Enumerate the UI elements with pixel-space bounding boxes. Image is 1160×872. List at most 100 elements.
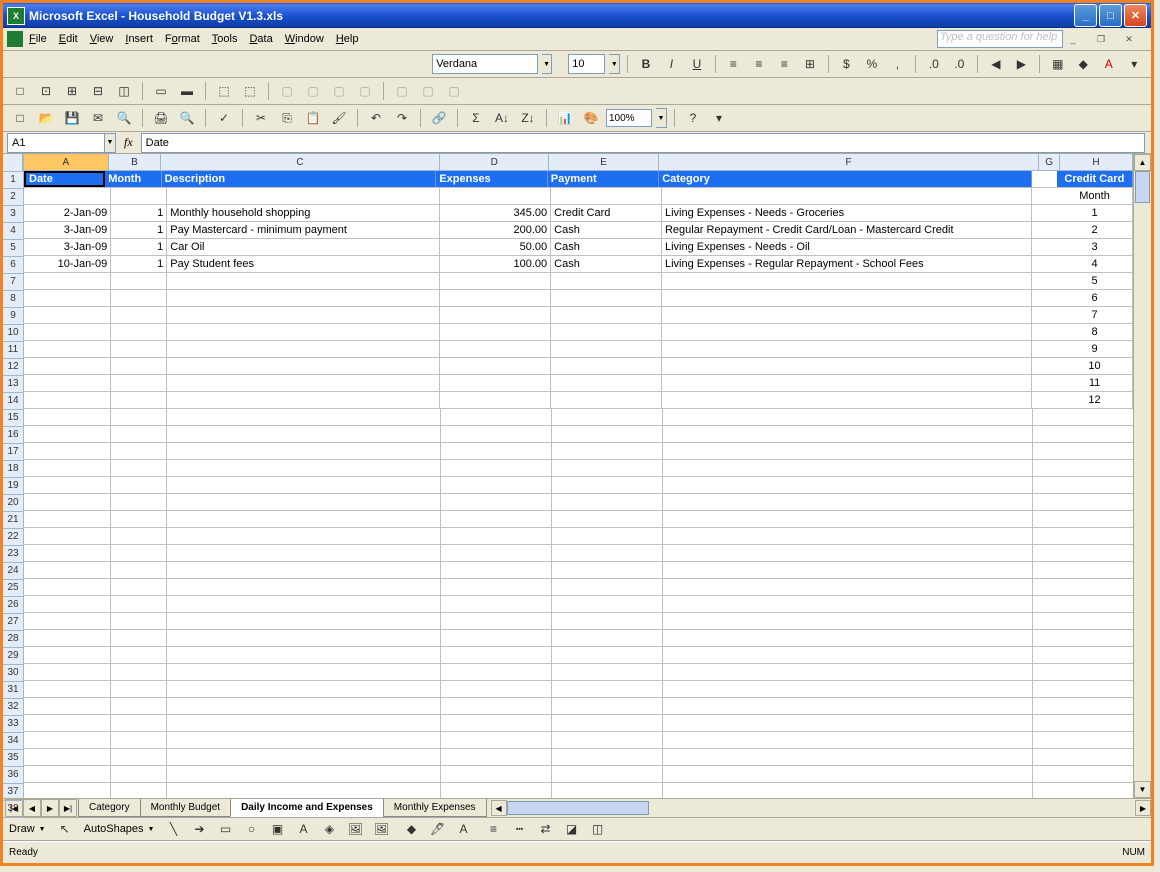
cell-C30[interactable] (167, 664, 440, 680)
cell-G11[interactable] (1032, 341, 1057, 357)
new-button[interactable]: □ (9, 107, 31, 129)
tool-15[interactable]: ▢ (417, 80, 439, 102)
namebox-dropdown-icon[interactable]: ▼ (105, 133, 116, 153)
cell-G24[interactable] (1033, 562, 1058, 578)
cell-H13[interactable]: 11 (1057, 375, 1133, 391)
dash-style-button[interactable]: ┅ (508, 818, 530, 840)
name-box[interactable]: A1 (7, 133, 105, 153)
cell-E10[interactable] (551, 324, 662, 340)
cell-D5[interactable]: 50.00 (440, 239, 551, 255)
row-header-6[interactable]: 6 (3, 257, 23, 274)
cell-G23[interactable] (1033, 545, 1058, 561)
cell-F32[interactable] (663, 698, 1034, 714)
cell-E18[interactable] (552, 460, 663, 476)
tool-11[interactable]: ▢ (302, 80, 324, 102)
decrease-indent-button[interactable]: ◀ (985, 53, 1007, 75)
cell-E1[interactable]: Payment (548, 171, 659, 187)
row-header-26[interactable]: 26 (3, 597, 23, 614)
cell-B28[interactable] (111, 630, 167, 646)
row-header-17[interactable]: 17 (3, 444, 23, 461)
select-all-button[interactable] (3, 154, 23, 172)
hyperlink-button[interactable]: 🔗 (428, 107, 450, 129)
cell-B33[interactable] (111, 715, 167, 731)
cell-A33[interactable] (24, 715, 111, 731)
cell-D8[interactable] (440, 290, 551, 306)
cell-A14[interactable] (24, 392, 111, 408)
cell-D24[interactable] (441, 562, 552, 578)
3d-button[interactable]: ◫ (586, 818, 608, 840)
cell-G13[interactable] (1032, 375, 1057, 391)
cell-D32[interactable] (441, 698, 552, 714)
cell-D37[interactable] (441, 783, 552, 798)
cell-F12[interactable] (662, 358, 1032, 374)
cell-G30[interactable] (1033, 664, 1058, 680)
cell-D23[interactable] (441, 545, 552, 561)
cell-A3[interactable]: 2-Jan-09 (24, 205, 111, 221)
cell-D10[interactable] (440, 324, 551, 340)
cell-F22[interactable] (663, 528, 1034, 544)
cell-A21[interactable] (24, 511, 111, 527)
tool-8[interactable]: ⬚ (213, 80, 235, 102)
menu-edit[interactable]: Edit (59, 33, 78, 45)
cell-F15[interactable] (663, 409, 1034, 425)
cell-B32[interactable] (111, 698, 167, 714)
chart-button[interactable]: 📊 (554, 107, 576, 129)
column-header-G[interactable]: G (1039, 154, 1060, 171)
picture-button[interactable]: 🖼 (370, 818, 392, 840)
cell-D16[interactable] (441, 426, 552, 442)
cell-C31[interactable] (167, 681, 440, 697)
cell-F2[interactable] (662, 188, 1032, 204)
cell-C28[interactable] (167, 630, 440, 646)
borders-button[interactable]: ▦ (1047, 53, 1069, 75)
menu-help[interactable]: Help (336, 33, 359, 45)
cell-E5[interactable]: Cash (551, 239, 662, 255)
cell-B14[interactable] (111, 392, 167, 408)
autoshapes-dropdown-icon[interactable]: ▼ (148, 826, 155, 833)
cell-D21[interactable] (441, 511, 552, 527)
cell-H15[interactable] (1058, 409, 1133, 425)
cell-D1[interactable]: Expenses (436, 171, 547, 187)
cell-C2[interactable] (167, 188, 440, 204)
cell-A27[interactable] (24, 613, 111, 629)
cell-A35[interactable] (24, 749, 111, 765)
cell-B35[interactable] (111, 749, 167, 765)
cell-B20[interactable] (111, 494, 167, 510)
cell-H37[interactable] (1058, 783, 1133, 798)
tab-next-button[interactable]: ▶ (41, 799, 59, 817)
cell-F31[interactable] (663, 681, 1034, 697)
cell-G4[interactable] (1032, 222, 1057, 238)
cell-D13[interactable] (440, 375, 551, 391)
cell-H12[interactable]: 10 (1057, 358, 1133, 374)
cell-F20[interactable] (663, 494, 1034, 510)
cell-F35[interactable] (663, 749, 1034, 765)
cell-G2[interactable] (1032, 188, 1057, 204)
cell-A15[interactable] (24, 409, 111, 425)
row-header-15[interactable]: 15 (3, 410, 23, 427)
cell-B16[interactable] (111, 426, 167, 442)
cell-H25[interactable] (1058, 579, 1133, 595)
draw-dropdown-icon[interactable]: ▼ (39, 826, 46, 833)
cell-C12[interactable] (167, 358, 440, 374)
arrow-style-button[interactable]: ⇄ (534, 818, 556, 840)
row-header-31[interactable]: 31 (3, 682, 23, 699)
cell-B4[interactable]: 1 (111, 222, 167, 238)
autosum-button[interactable]: Σ (465, 107, 487, 129)
cell-H5[interactable]: 3 (1057, 239, 1133, 255)
column-header-C[interactable]: C (161, 154, 440, 171)
cell-C7[interactable] (167, 273, 440, 289)
row-header-35[interactable]: 35 (3, 750, 23, 767)
print-preview-button[interactable]: 🔍 (176, 107, 198, 129)
row-header-28[interactable]: 28 (3, 631, 23, 648)
font-name-box[interactable]: Verdana (432, 54, 537, 74)
cell-C1[interactable]: Description (162, 171, 437, 187)
fx-icon[interactable]: fx (124, 135, 133, 150)
row-header-7[interactable]: 7 (3, 274, 23, 291)
sheet-tab-monthly-expenses[interactable]: Monthly Expenses (383, 799, 487, 817)
cell-D9[interactable] (440, 307, 551, 323)
row-header-11[interactable]: 11 (3, 342, 23, 359)
print-button[interactable]: 🖨 (150, 107, 172, 129)
scroll-down-icon[interactable]: ▼ (1134, 781, 1151, 798)
doc-restore-button[interactable]: ❐ (1095, 33, 1107, 45)
cell-H36[interactable] (1058, 766, 1133, 782)
row-header-32[interactable]: 32 (3, 699, 23, 716)
